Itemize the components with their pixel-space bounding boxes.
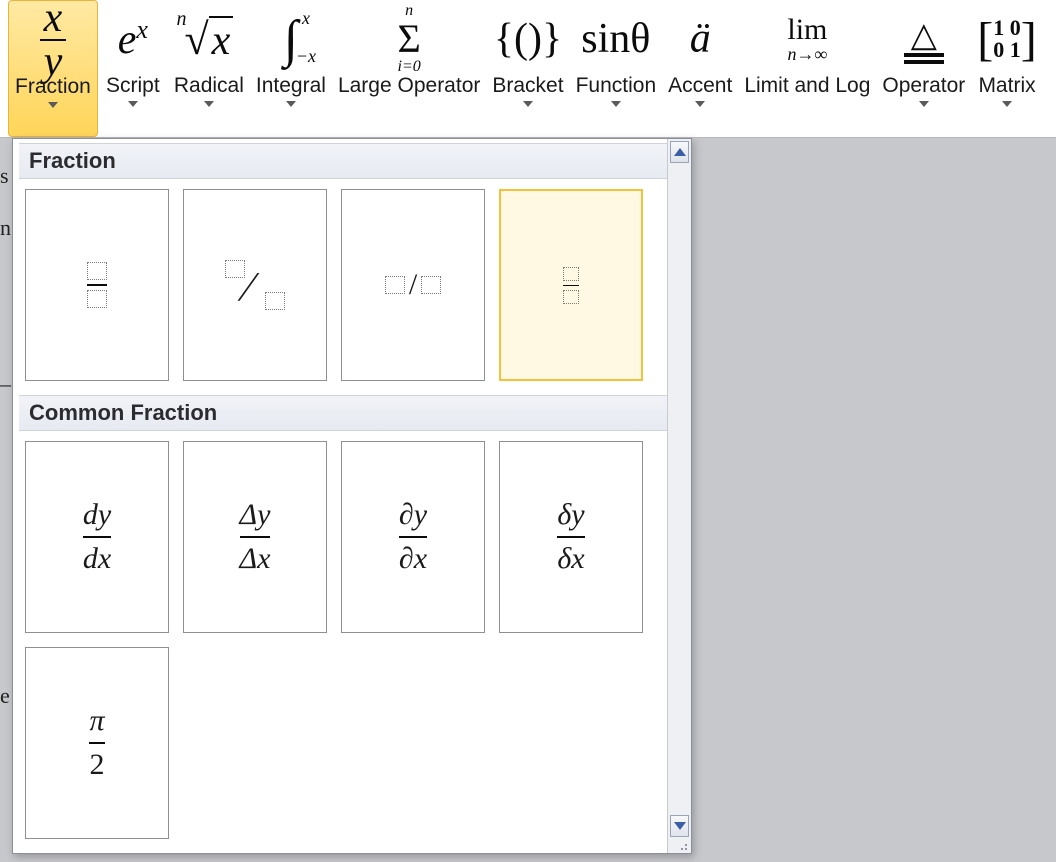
operator-icon: △ (904, 4, 944, 74)
toolbar-large-operator-button[interactable]: n Σ i=0 Large Operator (332, 0, 486, 137)
document-behind: sn–e (0, 150, 11, 722)
equation-toolbar: x y Fraction ex Script n √x Radical ∫ x (0, 0, 1056, 138)
denominator: Δx (240, 542, 271, 576)
integral-icon: ∫ x −x (284, 4, 298, 74)
tile-skewed-fraction[interactable]: ⁄ (183, 189, 327, 381)
chevron-down-icon (128, 101, 138, 107)
toolbar-script-button[interactable]: ex Script (98, 0, 168, 137)
toolbar-matrix-label: Matrix (978, 74, 1035, 97)
toolbar-operator-button[interactable]: △ Operator (876, 0, 971, 137)
matrix-icon: [ 1 00 1 ] (977, 4, 1036, 74)
fraction-templates-grid: ⁄ / (19, 185, 685, 395)
limit-icon: lim n→∞ (787, 4, 827, 74)
function-icon: sinθ (581, 4, 650, 74)
toolbar-script-label: Script (106, 74, 160, 97)
gallery-body: Fraction ⁄ (13, 139, 691, 853)
numerator: dy (83, 498, 111, 532)
bracket-icon: {()} (494, 4, 562, 74)
numerator: Δy (240, 498, 271, 532)
tile-dy-dx[interactable]: dy dx (25, 441, 169, 633)
common-fraction-grid: dy dx Δy Δx ∂y (19, 437, 685, 853)
scroll-up-button[interactable] (670, 141, 689, 163)
tile-small-fraction[interactable] (499, 189, 643, 381)
toolbar-fraction-label: Fraction (15, 75, 91, 98)
toolbar-radical-button[interactable]: n √x Radical (168, 0, 250, 137)
toolbar-operator-label: Operator (882, 74, 965, 97)
toolbar-radical-label: Radical (174, 74, 244, 97)
numerator: ∂y (399, 498, 427, 532)
chevron-down-icon (48, 102, 58, 108)
toolbar-matrix-button[interactable]: [ 1 00 1 ] Matrix (971, 0, 1042, 137)
chevron-up-icon (674, 148, 686, 156)
tile-pi-over-2[interactable]: π 2 (25, 647, 169, 839)
chevron-down-icon (919, 101, 929, 107)
toolbar-function-button[interactable]: sinθ Function (570, 0, 663, 137)
tile-delta-y-delta-x[interactable]: δy δx (499, 441, 643, 633)
accent-icon: ä (690, 4, 711, 74)
gallery-scrollbar[interactable] (667, 139, 691, 853)
chevron-down-icon (204, 101, 214, 107)
denominator: δx (557, 542, 584, 576)
toolbar-bracket-label: Bracket (492, 74, 563, 97)
toolbar-integral-button[interactable]: ∫ x −x Integral (250, 0, 332, 137)
fraction-gallery-panel: Fraction ⁄ (12, 138, 692, 854)
chevron-down-icon (611, 101, 621, 107)
group-header-common-fraction: Common Fraction (19, 395, 685, 431)
toolbar-limit-log-button[interactable]: lim n→∞ Limit and Log (738, 0, 876, 137)
toolbar-large-operator-label: Large Operator (338, 74, 480, 97)
numerator: δy (557, 498, 584, 532)
script-icon: ex (118, 4, 148, 74)
scroll-down-button[interactable] (670, 815, 689, 837)
toolbar-limit-log-label: Limit and Log (744, 74, 870, 97)
toolbar-bracket-button[interactable]: {()} Bracket (486, 0, 569, 137)
chevron-down-icon (523, 101, 533, 107)
toolbar-accent-button[interactable]: ä Accent (662, 0, 738, 137)
numerator: π (89, 704, 104, 738)
toolbar-fraction-button[interactable]: x y Fraction (8, 0, 98, 137)
tile-Delta-y-Delta-x[interactable]: Δy Δx (183, 441, 327, 633)
tile-partial-y-partial-x[interactable]: ∂y ∂x (341, 441, 485, 633)
toolbar-accent-label: Accent (668, 74, 732, 97)
radical-icon: n √x (184, 4, 233, 74)
denominator: 2 (90, 748, 105, 782)
chevron-down-icon (1002, 101, 1012, 107)
resize-grip-icon[interactable] (676, 841, 688, 851)
sigma-icon: n Σ i=0 (398, 4, 421, 74)
denominator: dx (83, 542, 111, 576)
chevron-down-icon (286, 101, 296, 107)
fraction-icon: x y (40, 5, 67, 75)
tile-linear-fraction[interactable]: / (341, 189, 485, 381)
group-header-fraction: Fraction (19, 143, 685, 179)
toolbar-function-label: Function (576, 74, 657, 97)
denominator: ∂x (399, 542, 427, 576)
chevron-down-icon (674, 822, 686, 830)
tile-stacked-fraction[interactable] (25, 189, 169, 381)
fraction-icon-numerator: x (40, 0, 67, 41)
toolbar-integral-label: Integral (256, 74, 326, 97)
chevron-down-icon (695, 101, 705, 107)
